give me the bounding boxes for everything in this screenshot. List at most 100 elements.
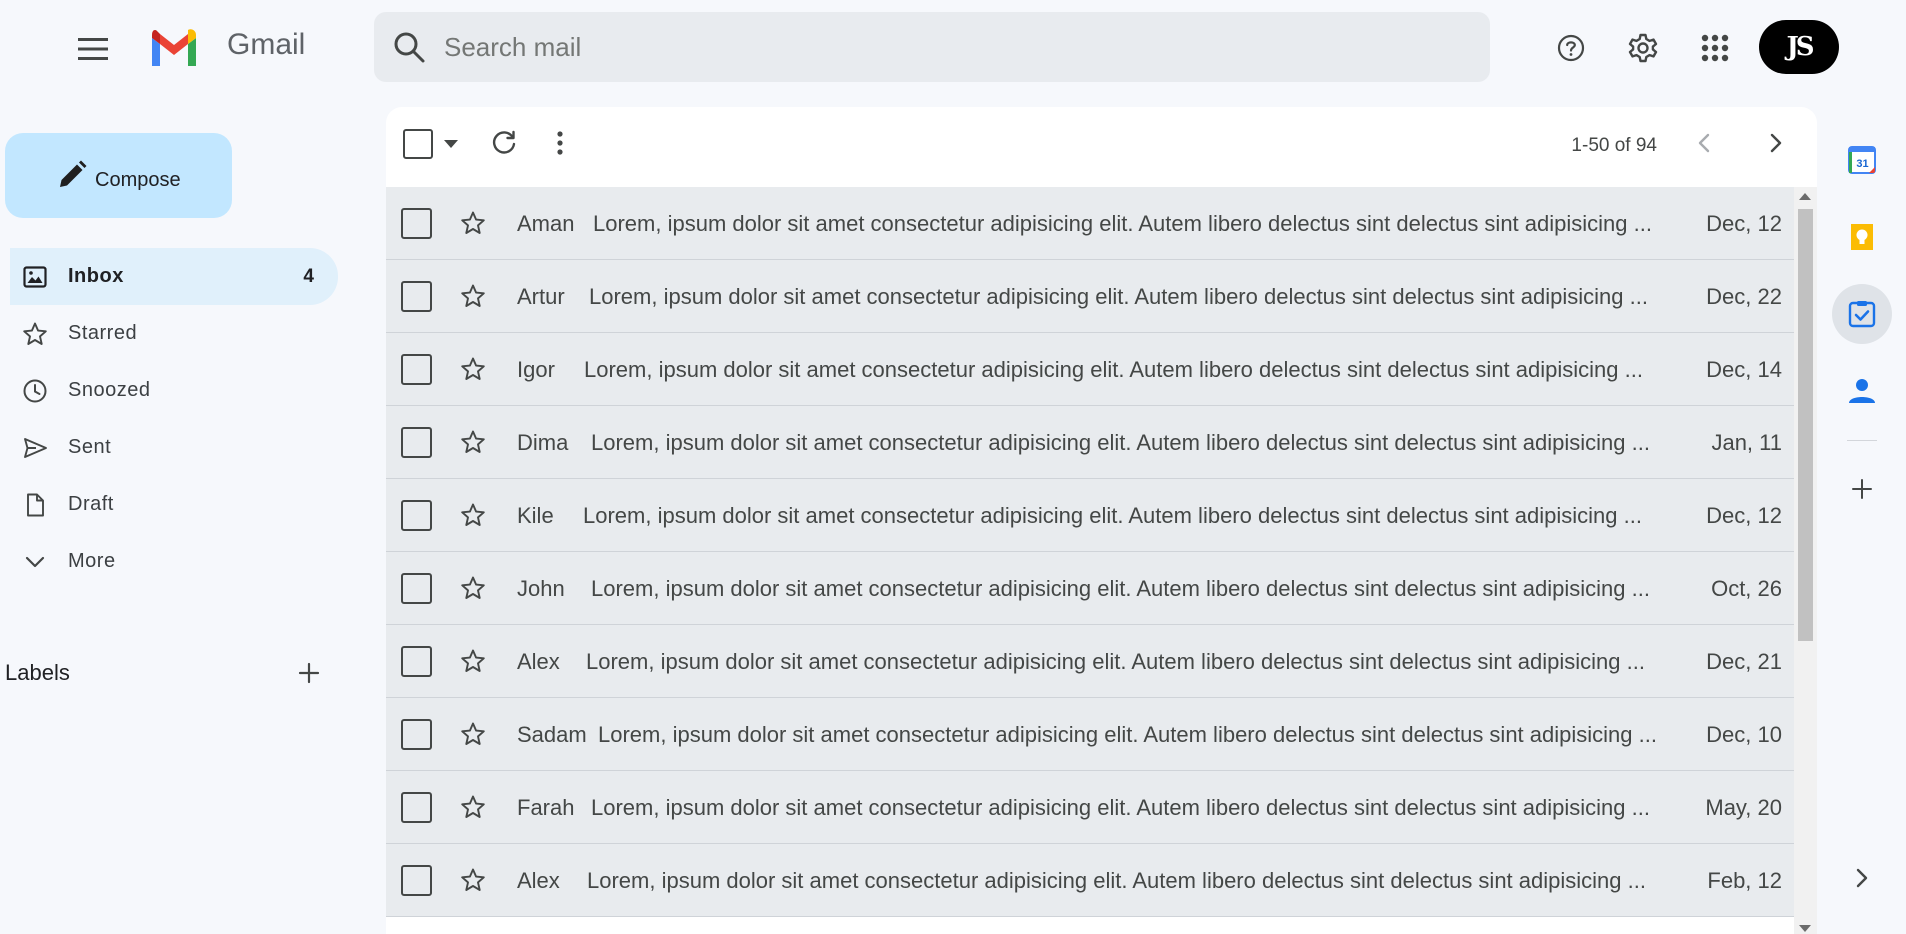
- email-snippet: Lorem, ipsum dolor sit amet consectetur …: [587, 868, 1646, 893]
- more-vertical-icon: [557, 131, 563, 155]
- email-row[interactable]: Sadam Lorem, ipsum dolor sit amet consec…: [386, 698, 1794, 771]
- show-side-panel-button[interactable]: [1832, 848, 1892, 908]
- email-row[interactable]: Igor Lorem, ipsum dolor sit amet consect…: [386, 333, 1794, 406]
- scroll-up-arrow[interactable]: [1799, 193, 1811, 200]
- newer-page-button[interactable]: [1689, 127, 1721, 164]
- chevron-right-icon: [1856, 868, 1868, 888]
- email-list: Aman Lorem, ipsum dolor sit amet consect…: [386, 187, 1794, 934]
- email-date: Dec, 14: [1706, 357, 1782, 382]
- google-apps-button[interactable]: [1691, 24, 1739, 72]
- list-toolbar: 1-50 of 94: [386, 107, 1817, 187]
- star-icon[interactable]: [460, 356, 486, 382]
- sidebar-item-draft[interactable]: Draft: [10, 476, 338, 533]
- email-snippet: Lorem, ipsum dolor sit amet consectetur …: [584, 357, 1643, 382]
- tasks-app-button[interactable]: [1832, 284, 1892, 344]
- account-avatar[interactable]: JS: [1759, 20, 1839, 74]
- email-snippet: Lorem, ipsum dolor sit amet consectetur …: [589, 284, 1648, 309]
- email-checkbox[interactable]: [401, 354, 432, 385]
- create-label-button[interactable]: [292, 656, 326, 690]
- email-row[interactable]: John Lorem, ipsum dolor sit amet consect…: [386, 552, 1794, 625]
- email-row[interactable]: Farah Lorem, ipsum dolor sit amet consec…: [386, 771, 1794, 844]
- email-row[interactable]: Alex Lorem, ipsum dolor sit amet consect…: [386, 625, 1794, 698]
- more-actions-button[interactable]: [544, 127, 576, 164]
- email-checkbox[interactable]: [401, 281, 432, 312]
- sidebar-item-inbox[interactable]: Inbox 4: [10, 248, 338, 305]
- email-checkbox[interactable]: [401, 646, 432, 677]
- brand-name: Gmail: [227, 28, 306, 61]
- email-list-scrollbar[interactable]: [1794, 187, 1817, 934]
- star-icon[interactable]: [460, 429, 486, 455]
- email-checkbox[interactable]: [401, 865, 432, 896]
- support-button[interactable]: [1547, 24, 1595, 72]
- sidebar-item-label: Starred: [68, 322, 138, 344]
- email-snippet: Lorem, ipsum dolor sit amet consectetur …: [598, 722, 1657, 747]
- inbox-icon: [22, 264, 48, 290]
- email-checkbox[interactable]: [401, 792, 432, 823]
- apps-grid-icon: [1701, 34, 1729, 62]
- email-date: Dec, 12: [1706, 211, 1782, 236]
- gmail-logo[interactable]: [148, 28, 200, 68]
- search-input[interactable]: [444, 31, 1444, 63]
- star-icon[interactable]: [460, 648, 486, 674]
- sidebar-item-label: Snoozed: [68, 379, 151, 401]
- star-icon[interactable]: [460, 721, 486, 747]
- star-icon[interactable]: [460, 794, 486, 820]
- sidebar-item-snoozed[interactable]: Snoozed: [10, 362, 338, 419]
- gear-icon: [1628, 33, 1658, 63]
- email-row[interactable]: Artur Lorem, ipsum dolor sit amet consec…: [386, 260, 1794, 333]
- select-all-checkbox[interactable]: [403, 129, 433, 159]
- main-menu-button[interactable]: [70, 26, 116, 72]
- email-row[interactable]: Aman Lorem, ipsum dolor sit amet consect…: [386, 187, 1794, 260]
- sidebar-item-more[interactable]: More: [10, 533, 338, 590]
- email-sender: John: [517, 576, 565, 601]
- email-date: Dec, 21: [1706, 649, 1782, 674]
- keep-icon: [1851, 224, 1873, 250]
- star-icon[interactable]: [460, 502, 486, 528]
- contacts-app-button[interactable]: [1832, 361, 1892, 421]
- top-bar: Gmail JS: [0, 0, 1906, 92]
- star-icon[interactable]: [460, 283, 486, 309]
- sidebar-item-label: More: [68, 550, 116, 572]
- email-checkbox[interactable]: [401, 500, 432, 531]
- email-row[interactable]: Alex Lorem, ipsum dolor sit amet consect…: [386, 844, 1794, 917]
- keep-app-button[interactable]: [1832, 207, 1892, 267]
- email-row[interactable]: Kile Lorem, ipsum dolor sit amet consect…: [386, 479, 1794, 552]
- star-icon[interactable]: [460, 210, 486, 236]
- scrollbar-thumb[interactable]: [1798, 209, 1813, 641]
- get-addons-button[interactable]: [1832, 459, 1892, 519]
- star-icon: [22, 321, 48, 347]
- select-options-dropdown[interactable]: [442, 135, 460, 158]
- email-sender: Artur: [517, 284, 565, 309]
- email-checkbox[interactable]: [401, 208, 432, 239]
- search-icon: [394, 32, 425, 63]
- email-sender: Farah: [517, 795, 575, 820]
- refresh-button[interactable]: [488, 127, 520, 164]
- settings-button[interactable]: [1619, 24, 1667, 72]
- calendar-app-button[interactable]: 31: [1832, 130, 1892, 190]
- older-page-button[interactable]: [1759, 127, 1791, 164]
- sidebar-item-starred[interactable]: Starred: [10, 305, 338, 362]
- chevron-down-icon: [22, 549, 48, 575]
- email-snippet: Lorem, ipsum dolor sit amet consectetur …: [586, 649, 1645, 674]
- compose-label: Compose: [95, 169, 181, 191]
- hamburger-menu-icon: [78, 38, 108, 60]
- email-snippet: Lorem, ipsum dolor sit amet consectetur …: [593, 211, 1652, 236]
- calendar-day-number: 31: [1856, 158, 1868, 170]
- caret-down-icon: [444, 140, 458, 148]
- email-checkbox[interactable]: [401, 719, 432, 750]
- sidebar-item-label: Draft: [68, 493, 114, 515]
- star-icon[interactable]: [460, 575, 486, 601]
- email-checkbox[interactable]: [401, 427, 432, 458]
- compose-button[interactable]: Compose: [5, 133, 232, 218]
- email-date: Feb, 12: [1707, 868, 1782, 893]
- scroll-down-arrow[interactable]: [1799, 925, 1811, 932]
- email-sender: Aman: [517, 211, 575, 236]
- email-date: May, 20: [1705, 795, 1782, 820]
- email-checkbox[interactable]: [401, 573, 432, 604]
- search-button[interactable]: [374, 12, 444, 82]
- email-snippet: Lorem, ipsum dolor sit amet consectetur …: [591, 795, 1650, 820]
- star-icon[interactable]: [460, 867, 486, 893]
- sidebar-item-sent[interactable]: Sent: [10, 419, 338, 476]
- email-row[interactable]: Dima Lorem, ipsum dolor sit amet consect…: [386, 406, 1794, 479]
- mail-list-panel: 1-50 of 94 Aman Lorem, ipsum dolor sit a…: [386, 107, 1817, 934]
